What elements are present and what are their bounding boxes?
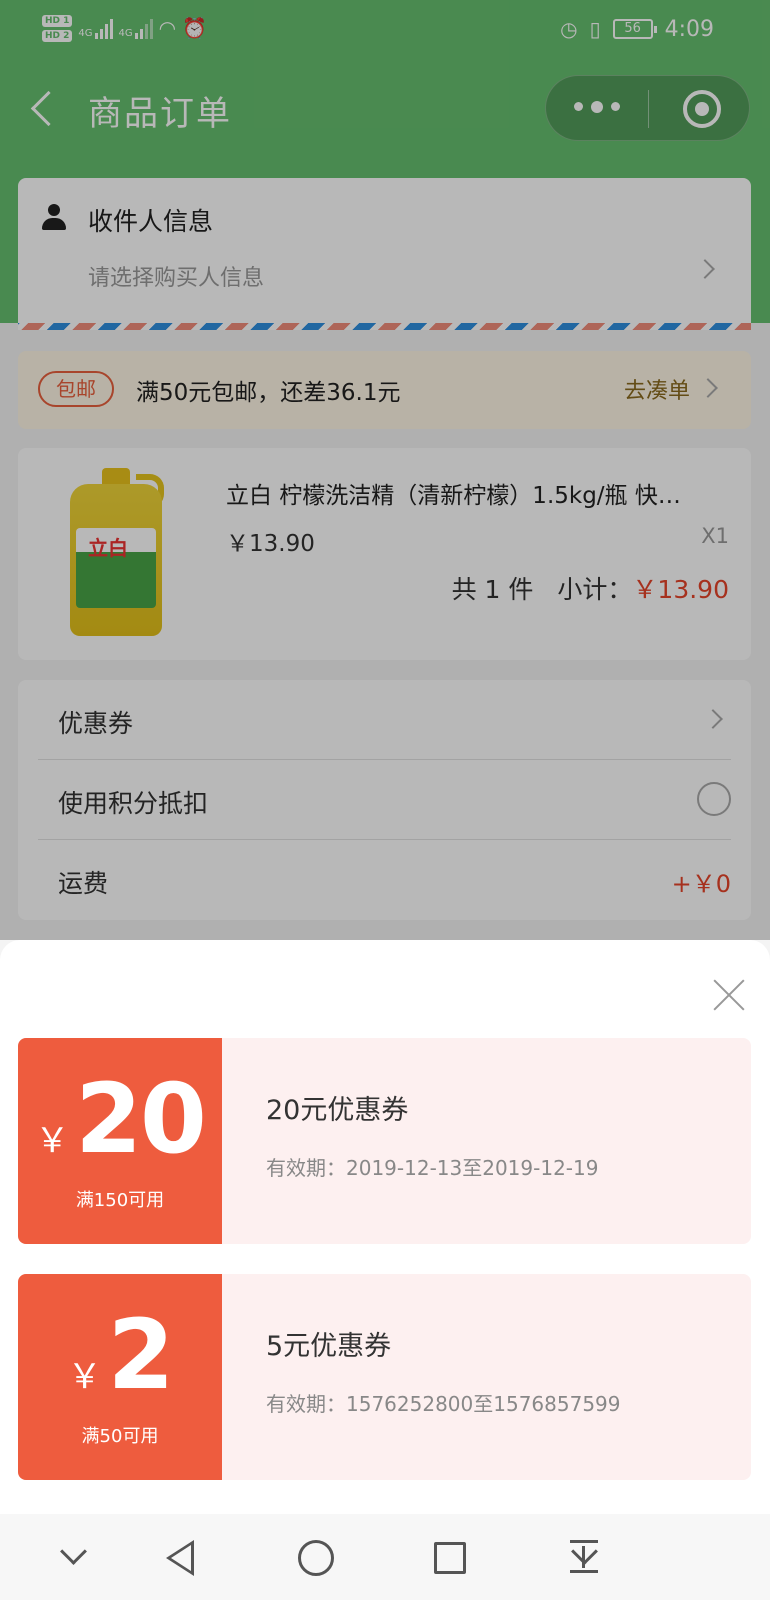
coupon-amount-value: 2 [107,1299,175,1411]
system-navigation-bar [0,1514,770,1600]
coupon-value-panel: ￥ 20 满150可用 [18,1038,222,1244]
coupon-currency: ￥ [67,1357,102,1397]
pull-down-icon[interactable] [564,1536,608,1580]
recents-square-icon[interactable] [434,1542,466,1574]
coupon-value-panel: ￥ 2 满50可用 [18,1274,222,1480]
coupon-condition: 满150可用 [75,1190,165,1211]
coupon-validity: 有效期：1576252800至1576857599 [266,1392,621,1416]
coupon-amount-value: 20 [75,1063,207,1175]
home-circle-icon[interactable] [298,1540,334,1576]
coupon-validity: 有效期：2019-12-13至2019-12-19 [266,1156,599,1180]
coupon-card[interactable]: ￥ 2 满50可用 5元优惠券 有效期：1576252800至157685759… [18,1274,751,1480]
coupon-name: 5元优惠券 [266,1331,392,1362]
coupon-sheet: ￥ 20 满150可用 20元优惠券 有效期：2019-12-13至2019-1… [0,940,770,1514]
coupon-condition: 满50可用 [81,1426,159,1447]
coupon-currency: ￥ [35,1121,70,1161]
coupon-card[interactable]: ￥ 20 满150可用 20元优惠券 有效期：2019-12-13至2019-1… [18,1038,751,1244]
back-triangle-icon[interactable] [166,1540,194,1576]
coupon-serrated-edge [214,1038,230,1244]
coupon-serrated-edge [214,1274,230,1480]
coupon-amount: ￥ 2 [18,1300,222,1410]
coupon-amount: ￥ 20 [18,1064,222,1174]
chevron-down-icon[interactable] [52,1536,96,1580]
close-icon[interactable] [712,978,746,1012]
coupon-name: 20元优惠券 [266,1095,409,1126]
modal-mask[interactable] [0,0,770,940]
